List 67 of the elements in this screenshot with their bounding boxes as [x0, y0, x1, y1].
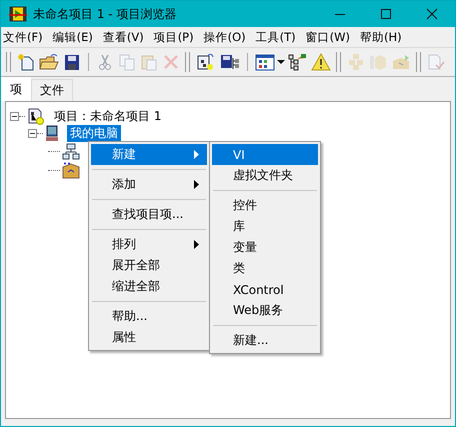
menu-item-label: 查找项目项...: [112, 206, 184, 223]
context-menu-item[interactable]: 展开全部: [91, 255, 207, 276]
close-icon: [426, 8, 438, 20]
menu-item-label: 添加: [112, 176, 137, 193]
menu-item-label: 属性: [112, 329, 137, 346]
submenu-arrow-icon: [194, 150, 199, 159]
window-title: 未命名项目 1 - 项目浏览器: [33, 6, 178, 22]
menu-item-label: 展开全部: [112, 257, 161, 274]
submenu-item[interactable]: VI: [212, 144, 318, 165]
copy-icon: [118, 53, 136, 71]
box-icon: [62, 162, 80, 179]
submenu-arrow-icon: [194, 240, 199, 249]
menu-item-label: 缩进全部: [112, 278, 161, 295]
menu-item-label: 新建: [112, 146, 137, 163]
menu-item[interactable]: 工具(T): [256, 30, 296, 44]
warning-icon: [311, 53, 331, 71]
menu-item[interactable]: 查看(V): [102, 30, 144, 44]
menu-item[interactable]: 窗口(W): [306, 30, 350, 44]
window-grid-icon: [255, 53, 275, 71]
context-menu-item[interactable]: 新建: [91, 144, 207, 165]
collapse-icon[interactable]: [28, 129, 37, 138]
context-menu-item[interactable]: 查找项目项...: [91, 204, 207, 225]
menu-item-label: 帮助...: [112, 308, 148, 325]
project-icon: [27, 108, 45, 125]
submenu-arrow-icon: [194, 180, 199, 189]
delete-icon: [162, 53, 180, 71]
submenu-item[interactable]: XControl: [212, 279, 318, 300]
new-file-icon: [17, 53, 35, 71]
context-menu-item[interactable]: 添加: [91, 174, 207, 195]
network-icon: [62, 143, 80, 160]
submenu-item[interactable]: 类: [212, 258, 318, 279]
context-menu-item[interactable]: 缩进全部: [91, 276, 207, 297]
clipboard-icon: [140, 53, 158, 71]
warning-button[interactable]: [309, 51, 333, 73]
submenu-item[interactable]: 控件: [212, 195, 318, 216]
menu-item-label: 排列: [112, 236, 137, 253]
tab[interactable]: 项: [1, 77, 31, 101]
context-menu-item[interactable]: 属性: [91, 327, 207, 348]
collapse-icon[interactable]: [10, 112, 19, 121]
menu-item[interactable]: 帮助(H): [360, 30, 402, 44]
menu-item[interactable]: 项目(P): [154, 30, 194, 44]
hierarchy-pointer-icon: [287, 53, 307, 71]
box-icon: [391, 53, 411, 71]
blocks-icon: [347, 53, 365, 71]
submenu-item[interactable]: 虚拟文件夹: [212, 165, 318, 186]
computer-icon: [45, 125, 61, 142]
caret-icon: [277, 60, 285, 64]
maximize-icon: [380, 8, 392, 20]
block-icon: [369, 53, 387, 71]
menu-item[interactable]: 操作(O): [204, 30, 246, 44]
tree-item-label[interactable]: 项目：未命名项目 1: [51, 108, 164, 125]
submenu-item[interactable]: 变量: [212, 237, 318, 258]
submenu-item[interactable]: 新建...: [212, 330, 318, 351]
tree-item-label[interactable]: 我的电脑: [67, 125, 121, 142]
build-icon: [196, 53, 216, 71]
document-check-icon: [427, 53, 445, 71]
app-icon: [9, 6, 27, 22]
submenu-item[interactable]: 库: [212, 216, 318, 237]
menu-item[interactable]: 编辑(E): [52, 30, 93, 44]
save-hierarchy-icon: [220, 53, 240, 71]
submenu-item[interactable]: Web服务: [212, 300, 318, 321]
scissors-icon: [96, 53, 114, 71]
context-menu-item[interactable]: 帮助...: [91, 306, 207, 327]
folder-icon: [39, 53, 59, 71]
tab[interactable]: 文件: [31, 79, 73, 101]
context-menu-item[interactable]: 排列: [91, 234, 207, 255]
menu-item[interactable]: 文件(F): [3, 30, 43, 44]
